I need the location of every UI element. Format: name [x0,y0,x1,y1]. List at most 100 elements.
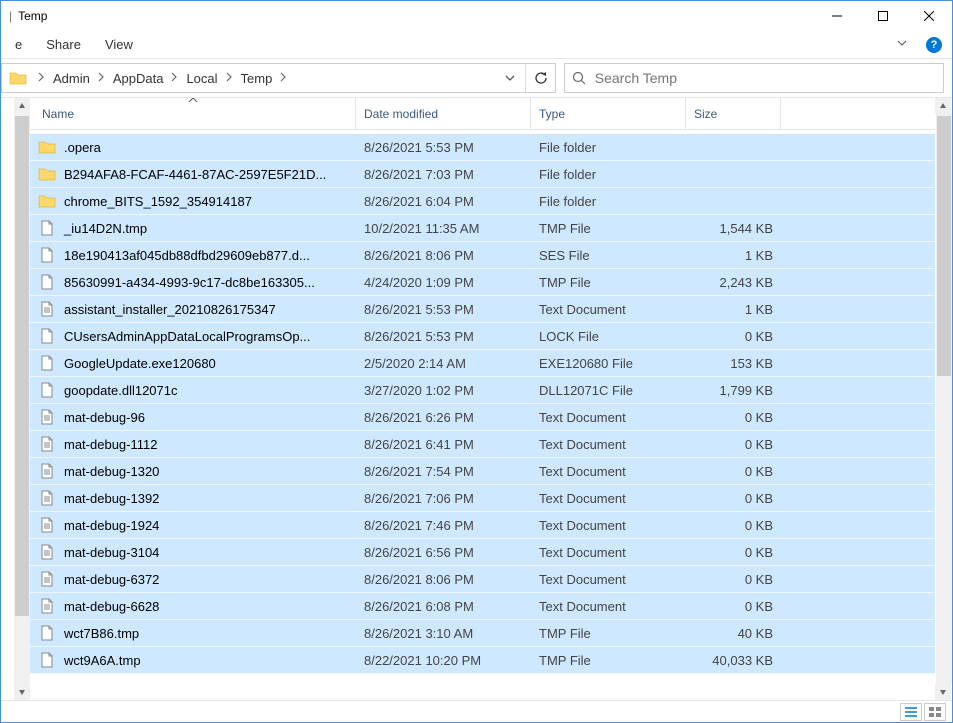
column-size-label: Size [694,107,717,121]
ribbon-tab-truncated[interactable]: e [3,33,34,56]
view-large-icons-button[interactable] [924,703,946,721]
table-row[interactable]: mat-debug-31048/26/2021 6:56 PMText Docu… [30,539,935,566]
column-header-name[interactable]: Name [30,98,356,129]
table-row[interactable]: chrome_BITS_1592_3549141878/26/2021 6:04… [30,188,935,215]
column-header-size[interactable]: Size [686,98,781,129]
file-size: 0 KB [686,464,781,479]
table-row[interactable]: wct7B86.tmp8/26/2021 3:10 AMTMP File40 K… [30,620,935,647]
status-bar [1,700,952,722]
chevron-down-icon [896,37,908,49]
refresh-button[interactable] [525,64,555,92]
table-row[interactable]: GoogleUpdate.exe1206802/5/2020 2:14 AMEX… [30,350,935,377]
breadcrumb-admin[interactable]: Admin [51,71,92,86]
table-row[interactable]: .opera8/26/2021 5:53 PMFile folder [30,134,935,161]
file-size: 0 KB [686,599,781,614]
file-type: Text Document [531,464,686,479]
titlebar[interactable]: | Temp [1,1,952,31]
maximize-button[interactable] [860,1,906,31]
table-row[interactable]: mat-debug-66288/26/2021 6:08 PMText Docu… [30,593,935,620]
file-date: 8/26/2021 6:08 PM [356,599,531,614]
file-icon [38,381,56,399]
close-button[interactable] [906,1,952,31]
column-header-date[interactable]: Date modified [356,98,531,129]
file-name: mat-debug-1112 [64,437,157,452]
column-header-type[interactable]: Type [531,98,686,129]
table-row[interactable]: 18e190413af045db88dfbd29609eb877.d...8/2… [30,242,935,269]
file-name: mat-debug-1392 [64,491,159,506]
table-row[interactable]: mat-debug-13928/26/2021 7:06 PMText Docu… [30,485,935,512]
address-history-button[interactable] [495,64,525,92]
scroll-up-arrow-icon[interactable] [935,98,951,114]
folder-icon [6,66,30,90]
scroll-down-arrow-icon[interactable] [14,684,30,700]
file-size: 40,033 KB [686,653,781,668]
chevron-down-icon [504,72,516,84]
ribbon-tab-view[interactable]: View [93,33,145,56]
breadcrumb-temp[interactable]: Temp [239,71,275,86]
file-name: mat-debug-6628 [64,599,159,614]
breadcrumb-appdata[interactable]: AppData [111,71,166,86]
column-type-label: Type [539,107,565,121]
list-scrollbar[interactable] [935,98,952,700]
file-type: EXE120680 File [531,356,686,371]
breadcrumb-local[interactable]: Local [184,71,219,86]
minimize-button[interactable] [814,1,860,31]
table-row[interactable]: goopdate.dll12071c3/27/2020 1:02 PMDLL12… [30,377,935,404]
text-file-icon [38,570,56,588]
ribbon-expand-button[interactable] [886,33,918,56]
content-area: Name Date modified Type Size .opera8/26/… [1,97,952,700]
table-row[interactable]: mat-debug-11128/26/2021 6:41 PMText Docu… [30,431,935,458]
file-date: 4/24/2020 1:09 PM [356,275,531,290]
nav-scrollbar[interactable] [14,98,30,700]
file-icon [38,354,56,372]
table-row[interactable]: mat-debug-19248/26/2021 7:46 PMText Docu… [30,512,935,539]
file-name: mat-debug-1924 [64,518,159,533]
chevron-right-icon[interactable] [274,72,293,85]
help-button[interactable]: ? [926,37,942,53]
table-row[interactable]: mat-debug-63728/26/2021 8:06 PMText Docu… [30,566,935,593]
chevron-right-icon[interactable] [32,72,51,85]
view-details-button[interactable] [900,703,922,721]
titlebar-separator: | [9,9,12,23]
folder-icon [38,165,56,183]
address-bar[interactable]: Admin AppData Local Temp [1,63,556,93]
file-type: Text Document [531,572,686,587]
file-icon [38,246,56,264]
file-date: 8/26/2021 3:10 AM [356,626,531,641]
table-row[interactable]: 85630991-a434-4993-9c17-dc8be163305... 4/… [30,269,935,296]
text-file-icon [38,300,56,318]
scrollbar-thumb[interactable] [937,116,951,376]
file-name: wct9A6A.tmp [64,653,141,668]
chevron-right-icon[interactable] [220,72,239,85]
scrollbar-thumb[interactable] [15,116,29,616]
sort-ascending-icon [188,98,198,105]
file-name: mat-debug-96 [64,410,145,425]
table-row[interactable]: mat-debug-968/26/2021 6:26 PMText Docume… [30,404,935,431]
file-size: 0 KB [686,545,781,560]
file-type: TMP File [531,221,686,236]
address-row: Admin AppData Local Temp [1,59,952,97]
file-date: 8/26/2021 7:06 PM [356,491,531,506]
chevron-right-icon[interactable] [165,72,184,85]
file-name: goopdate.dll12071c [64,383,178,398]
search-input[interactable] [593,69,943,87]
scroll-down-arrow-icon[interactable] [935,684,951,700]
ribbon-tab-share[interactable]: Share [34,33,93,56]
file-date: 2/5/2020 2:14 AM [356,356,531,371]
file-type: Text Document [531,437,686,452]
file-size: 1 KB [686,248,781,263]
table-row[interactable]: CUsersAdminAppDataLocalProgramsOp...8/26… [30,323,935,350]
table-row[interactable]: assistant_installer_202108261753478/26/2… [30,296,935,323]
search-box[interactable] [564,63,944,93]
file-date: 8/26/2021 5:53 PM [356,140,531,155]
chevron-right-icon[interactable] [92,72,111,85]
scroll-up-arrow-icon[interactable] [14,98,30,114]
table-row[interactable]: mat-debug-13208/26/2021 7:54 PMText Docu… [30,458,935,485]
table-row[interactable]: _iu14D2N.tmp10/2/2021 11:35 AMTMP File1,… [30,215,935,242]
file-size: 1,544 KB [686,221,781,236]
file-date: 8/26/2021 6:04 PM [356,194,531,209]
table-row[interactable]: wct9A6A.tmp8/22/2021 10:20 PMTMP File40,… [30,647,935,674]
file-name: 85630991-a434-4993-9c17-dc8be163305... [64,275,315,290]
file-size: 0 KB [686,572,781,587]
table-row[interactable]: B294AFA8-FCAF-4461-87AC-2597E5F21D...8/2… [30,161,935,188]
